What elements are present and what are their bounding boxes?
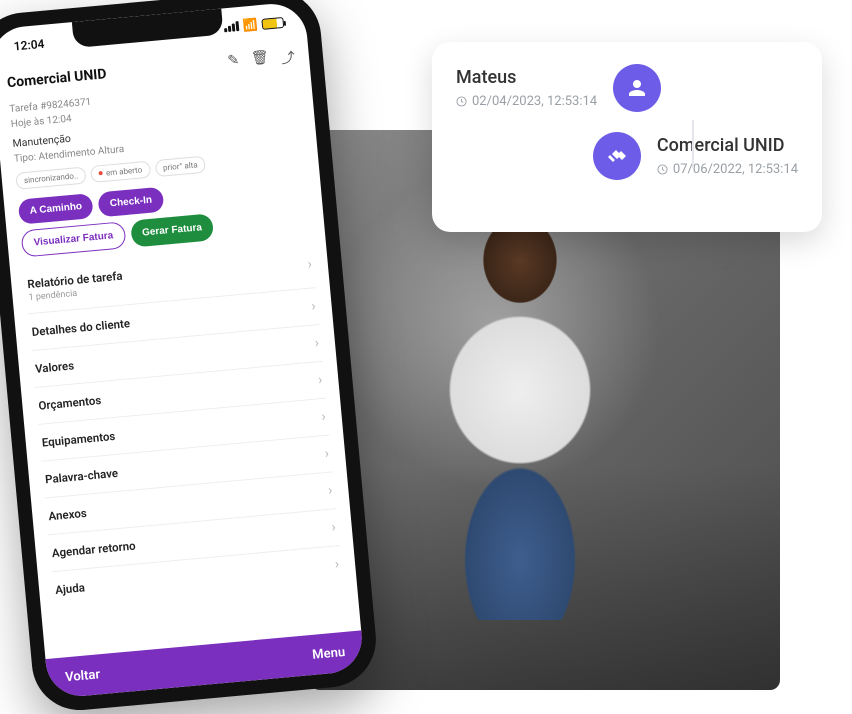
visualizar-fatura-button[interactable]: Visualizar Fatura — [21, 221, 127, 257]
phone-mockup: 12:04 📶 Comercial UNID ✎ 🗑 ⤴ Tarefa #982… — [0, 0, 380, 714]
person-figure — [390, 200, 650, 620]
timeline-connector — [692, 120, 694, 168]
chevron-right-icon: › — [317, 372, 323, 388]
check-in-button[interactable]: Check-In — [98, 186, 164, 217]
share-icon[interactable]: ⤴ — [280, 47, 296, 68]
menu-list: Relatório de tarefa 1 pendência › Detalh… — [24, 241, 343, 608]
gerar-fatura-button[interactable]: Gerar Fatura — [130, 213, 214, 247]
entry-name: Comercial UNID — [657, 135, 798, 156]
chip-open: em aberto — [90, 160, 151, 182]
status-time: 12:04 — [13, 37, 45, 54]
timeline-entry-user: Mateus 02/04/2023, 12:53:14 — [456, 64, 798, 112]
signal-icon — [224, 21, 240, 32]
person-icon — [613, 64, 661, 112]
handshake-icon — [593, 132, 641, 180]
chevron-right-icon: › — [327, 482, 333, 498]
wifi-icon: 📶 — [242, 17, 258, 32]
timeline-card: Mateus 02/04/2023, 12:53:14 Comercial UN… — [432, 42, 822, 232]
dot-icon — [99, 171, 103, 175]
a-caminho-button[interactable]: A Caminho — [18, 193, 94, 225]
battery-icon — [261, 16, 284, 29]
entry-name: Mateus — [456, 67, 597, 88]
chevron-right-icon: › — [321, 409, 327, 425]
chevron-right-icon: › — [334, 556, 340, 572]
entry-time: 02/04/2023, 12:53:14 — [456, 94, 597, 109]
chip-priority: prior° alta — [154, 155, 206, 177]
clock-icon — [657, 164, 668, 175]
clock-icon — [456, 96, 467, 107]
chevron-right-icon: › — [311, 298, 317, 314]
chip-sync: sincronizando.. — [15, 166, 87, 189]
task-content: Tarefa #98246371 Hoje às 12:04 Manutençã… — [0, 73, 361, 659]
timeline-entry-company: Comercial UNID 07/06/2022, 12:53:14 — [456, 132, 798, 180]
voltar-button[interactable]: Voltar — [65, 667, 101, 685]
chevron-right-icon: › — [307, 256, 313, 272]
chevron-right-icon: › — [314, 335, 320, 351]
entry-time: 07/06/2022, 12:53:14 — [657, 162, 798, 177]
trash-icon[interactable]: 🗑 — [250, 49, 270, 71]
chevron-right-icon: › — [324, 445, 330, 461]
phone-screen: 12:04 📶 Comercial UNID ✎ 🗑 ⤴ Tarefa #982… — [0, 1, 365, 699]
edit-icon[interactable]: ✎ — [227, 52, 240, 73]
page-title: Comercial UNID — [6, 66, 107, 91]
menu-button[interactable]: Menu — [312, 644, 346, 662]
chevron-right-icon: › — [331, 519, 337, 535]
